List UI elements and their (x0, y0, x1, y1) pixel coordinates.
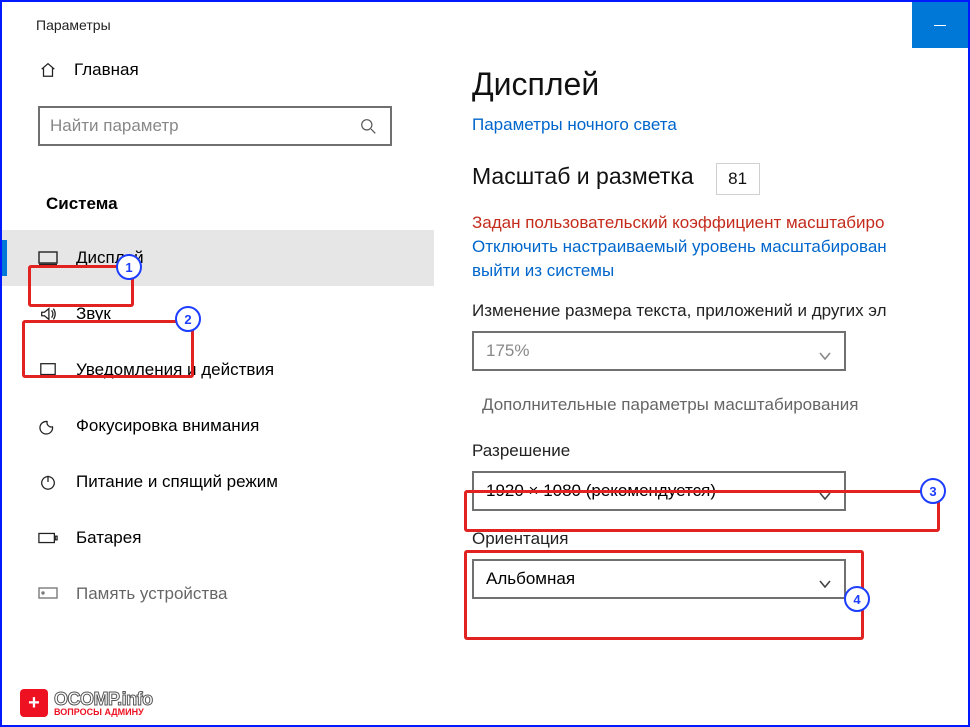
search-icon (358, 116, 378, 136)
scale-warning: Задан пользовательский коэффициент масшт… (472, 211, 968, 236)
nav-battery[interactable]: Батарея (2, 510, 434, 566)
orientation-label: Ориентация (472, 529, 968, 549)
chevron-down-icon (818, 486, 832, 496)
chevron-down-icon (818, 574, 832, 584)
sound-icon (38, 304, 58, 324)
custom-scale-value: 81 (716, 163, 760, 195)
power-icon (38, 472, 58, 492)
window-title: Параметры (2, 17, 111, 33)
nav-focus-label: Фокусировка внимания (76, 416, 259, 436)
nav-sound-label: Звук (76, 304, 111, 324)
nav-focus[interactable]: Фокусировка внимания (2, 398, 434, 454)
nav-storage[interactable]: Память устройства (2, 566, 434, 622)
signout-link-1[interactable]: Отключить настраиваемый уровень масштаби… (472, 235, 968, 259)
badge-3: 3 (920, 478, 946, 504)
scale-dropdown-value: 175% (486, 341, 529, 361)
scale-heading: Масштаб и разметка 81 (472, 163, 968, 195)
nav-notifications-label: Уведомления и действия (76, 360, 274, 380)
orientation-dropdown[interactable]: Альбомная (472, 559, 846, 599)
home-nav[interactable]: Главная (2, 48, 434, 92)
scale-dropdown[interactable]: 175% (472, 331, 846, 371)
nav-storage-label: Память устройства (76, 584, 228, 604)
display-icon (38, 248, 58, 268)
resolution-dropdown[interactable]: 1920 × 1080 (рекомендуется) (472, 471, 846, 511)
search-placeholder: Найти параметр (50, 116, 179, 136)
settings-window: Параметры Главная Найти параметр Система (0, 0, 970, 727)
home-label: Главная (74, 60, 139, 80)
nav-battery-label: Батарея (76, 528, 141, 548)
resolution-label: Разрешение (472, 441, 968, 461)
page-title: Дисплей (472, 66, 968, 103)
nav-notifications[interactable]: Уведомления и действия (2, 342, 434, 398)
advanced-scaling-link[interactable]: Дополнительные параметры масштабирования (472, 387, 937, 423)
focus-icon (38, 416, 58, 436)
home-icon (38, 60, 58, 80)
nav-display-label: Дисплей (76, 248, 144, 268)
badge-4: 4 (844, 586, 870, 612)
scale-label: Изменение размера текста, приложений и д… (472, 301, 968, 321)
nav-power-label: Питание и спящий режим (76, 472, 278, 492)
nightlight-link[interactable]: Параметры ночного света (472, 113, 968, 137)
titlebar: Параметры (2, 2, 968, 48)
signout-link-2[interactable]: выйти из системы (472, 259, 968, 283)
resolution-value: 1920 × 1080 (рекомендуется) (486, 481, 716, 501)
minimize-button[interactable] (912, 2, 968, 48)
main-content: Дисплей Параметры ночного света Масштаб … (434, 48, 968, 725)
notifications-icon (38, 360, 58, 380)
nav-power[interactable]: Питание и спящий режим (2, 454, 434, 510)
storage-icon (38, 584, 58, 604)
sidebar: Главная Найти параметр Система Дисплей (2, 48, 434, 725)
battery-icon (38, 528, 58, 548)
nav-display[interactable]: Дисплей (2, 230, 434, 286)
category-system: Система (36, 188, 128, 220)
orientation-value: Альбомная (486, 569, 575, 589)
chevron-down-icon (818, 346, 832, 356)
nav-sound[interactable]: Звук (2, 286, 434, 342)
search-input[interactable]: Найти параметр (38, 106, 392, 146)
